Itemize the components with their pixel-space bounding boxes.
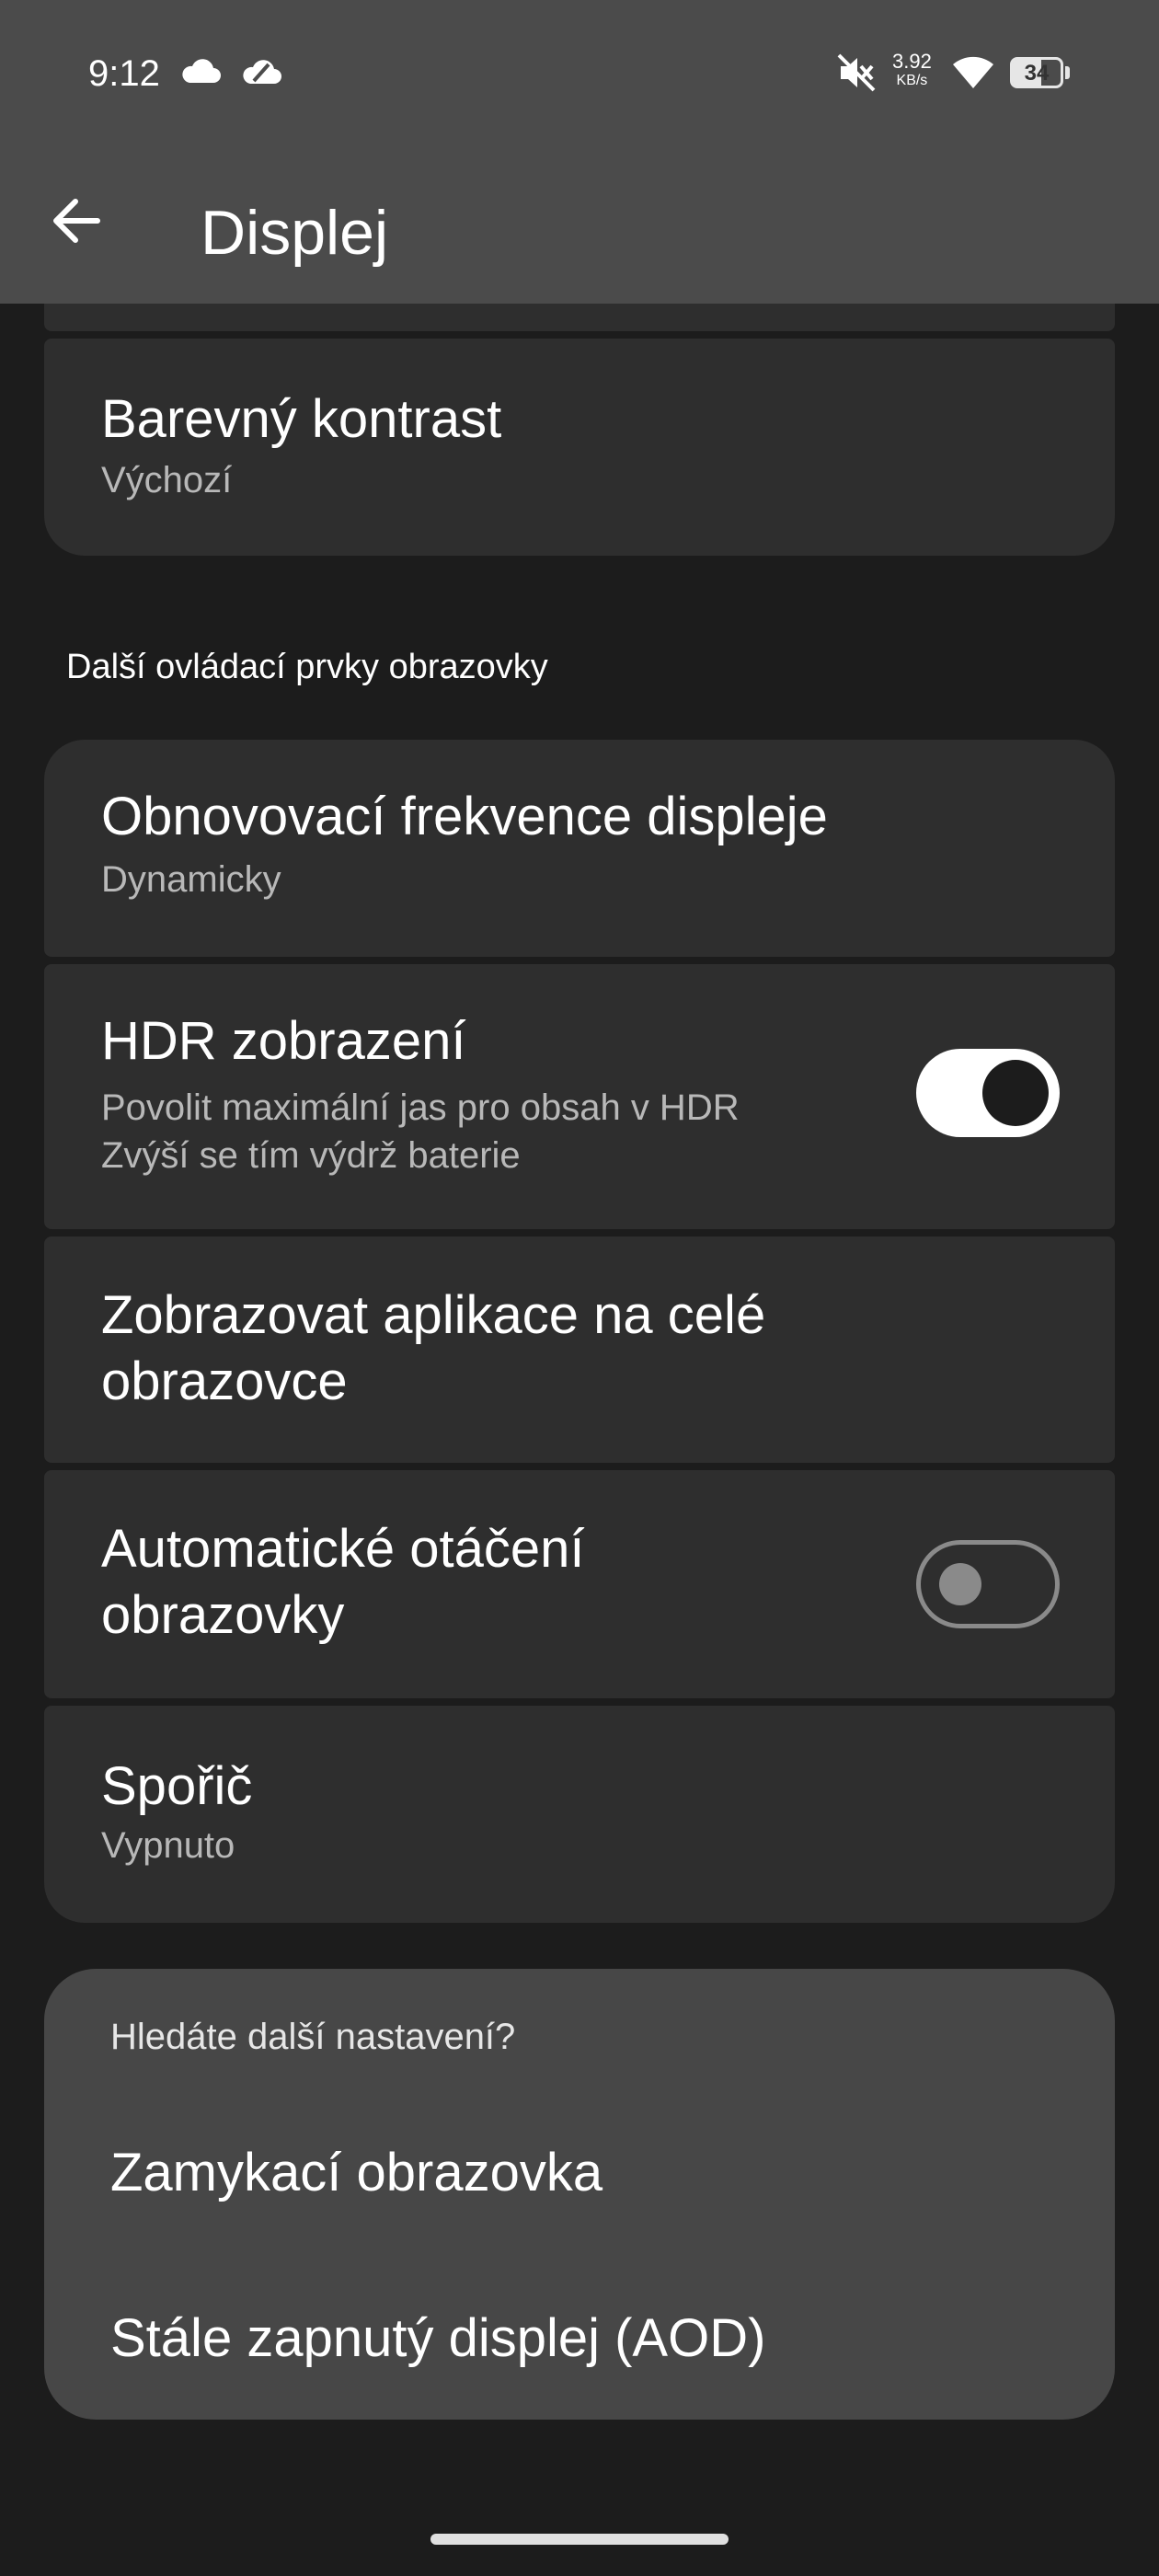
link-always-on-display[interactable]: Stále zapnutý displej (AOD) — [110, 2307, 765, 2369]
setting-title: Spořič — [101, 1756, 253, 1816]
link-lock-screen[interactable]: Zamykací obrazovka — [110, 2142, 602, 2203]
setting-color-contrast[interactable]: Barevný kontrast Výchozí — [44, 339, 1115, 556]
wifi-icon — [951, 53, 995, 95]
more-settings-card: Hledáte další nastavení? Zamykací obrazo… — [44, 1969, 1115, 2420]
setting-title: Barevný kontrast — [101, 389, 502, 449]
settings-screen: 9:12 3.92 KB/s 34 Displej Barevný kontra… — [0, 0, 1159, 2576]
setting-refresh-rate[interactable]: Obnovovací frekvence displeje Dynamicky — [44, 740, 1115, 957]
gesture-nav-handle[interactable] — [430, 2534, 729, 2545]
auto-rotate-toggle[interactable] — [916, 1540, 1060, 1628]
setting-title-line2: obrazovky — [101, 1585, 345, 1645]
setting-subtitle: Výchozí — [101, 460, 233, 500]
setting-hdr-display[interactable]: HDR zobrazení Povolit maximální jas pro … — [44, 964, 1115, 1229]
cloud-icon — [180, 57, 221, 89]
setting-auto-rotate[interactable]: Automatické otáčení obrazovky — [44, 1470, 1115, 1698]
setting-title: HDR zobrazení — [101, 1011, 466, 1071]
more-settings-heading: Hledáte další nastavení? — [110, 2017, 516, 2057]
network-speed: 3.92 KB/s — [892, 52, 932, 88]
network-speed-value: 3.92 — [892, 50, 932, 73]
setting-title-line1: Zobrazovat aplikace na celé — [101, 1285, 766, 1345]
section-header: Další ovládací prvky obrazovky — [66, 648, 548, 686]
network-speed-unit: KB/s — [896, 73, 928, 88]
status-bar: 9:12 3.92 KB/s 34 — [0, 37, 1159, 110]
top-app-bar: 9:12 3.92 KB/s 34 Displej — [0, 0, 1159, 304]
page-title: Displej — [201, 198, 389, 268]
status-time: 9:12 — [88, 53, 160, 94]
battery-icon: 34 — [1010, 57, 1063, 88]
arrow-back-icon — [53, 199, 100, 243]
setting-title-line2: obrazovce — [101, 1351, 348, 1411]
battery-level: 34 — [1024, 61, 1050, 86]
setting-title: Obnovovací frekvence displeje — [101, 787, 828, 846]
hdr-toggle[interactable] — [916, 1049, 1060, 1137]
toggle-knob — [939, 1563, 981, 1605]
setting-subtitle: Vypnuto — [101, 1825, 235, 1866]
toggle-knob — [982, 1060, 1049, 1126]
setting-subtitle-line1: Povolit maximální jas pro obsah v HDR — [101, 1087, 740, 1128]
setting-title-line1: Automatické otáčení — [101, 1519, 585, 1579]
setting-subtitle-line2: Zvýší se tím výdrž baterie — [101, 1135, 521, 1176]
mute-icon — [835, 52, 878, 98]
setting-subtitle: Dynamicky — [101, 859, 281, 900]
setting-screensaver[interactable]: Spořič Vypnuto — [44, 1706, 1115, 1923]
setting-fullscreen-apps[interactable]: Zobrazovat aplikace na celé obrazovce — [44, 1236, 1115, 1463]
weather-cloud-icon — [241, 57, 283, 91]
back-button[interactable] — [40, 184, 114, 258]
